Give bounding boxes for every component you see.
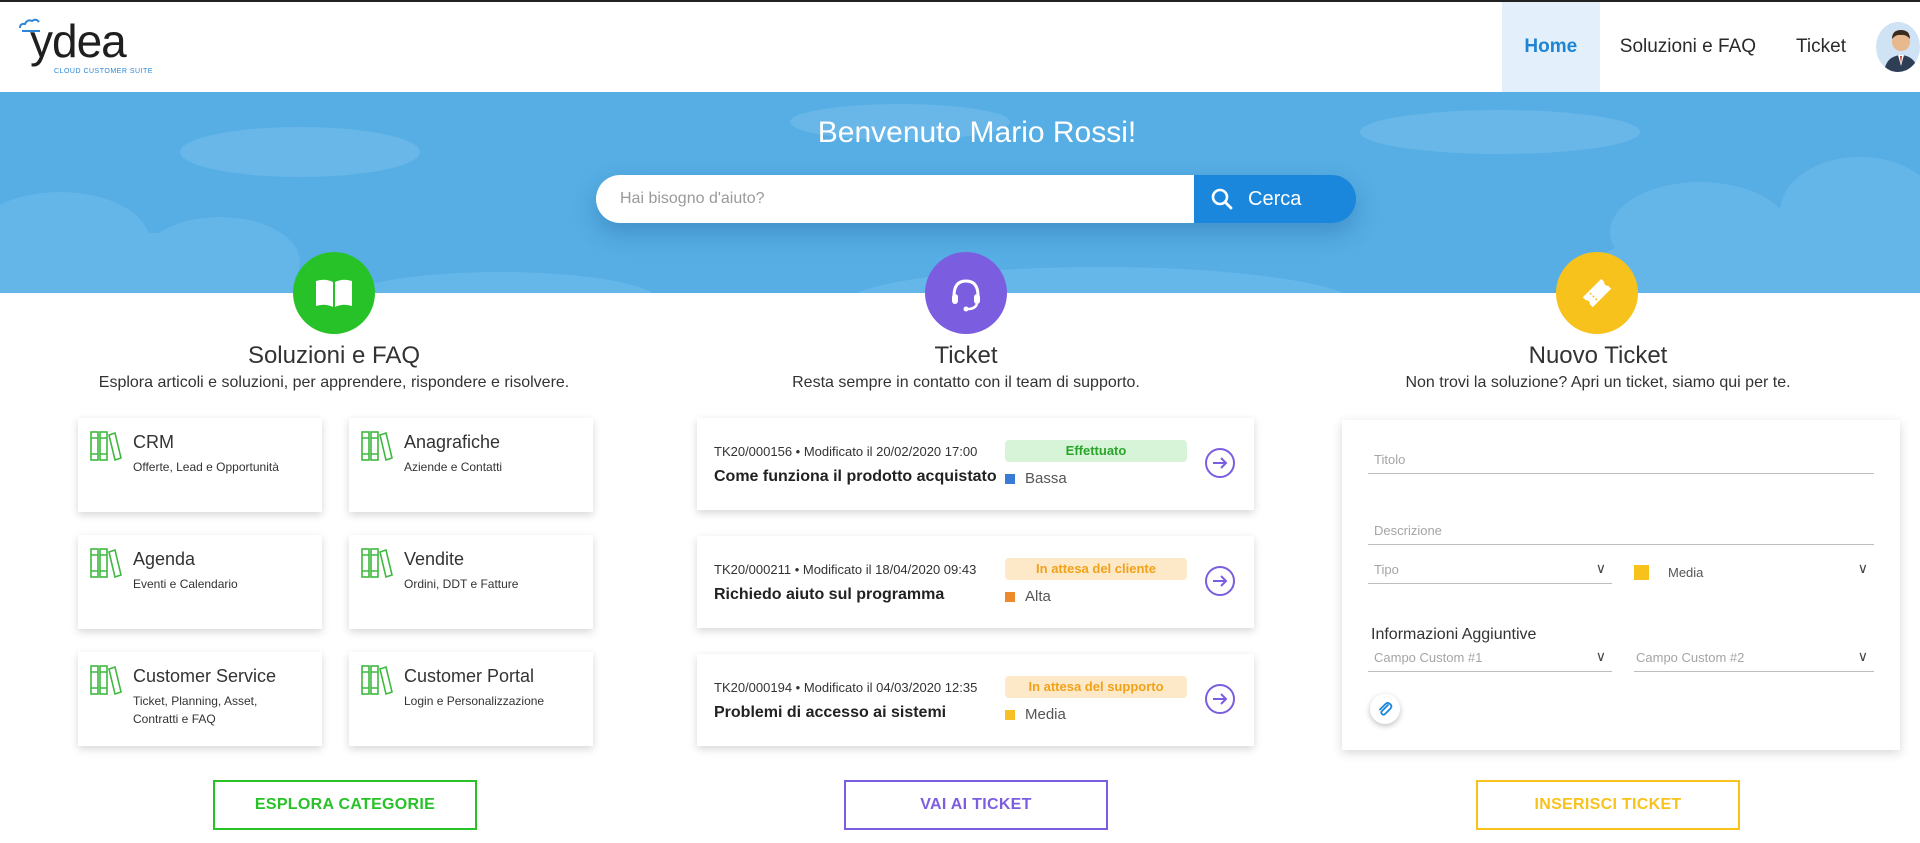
status-badge: In attesa del cliente: [1005, 558, 1187, 580]
priority-select[interactable]: Media ∨: [1634, 560, 1874, 584]
category-crm[interactable]: CRM Offerte, Lead e Opportunità: [78, 418, 322, 512]
avatar-image: [1876, 22, 1920, 72]
custom-field-1[interactable]: Campo Custom #1 ∨: [1368, 648, 1612, 672]
category-vendite[interactable]: Vendite Ordini, DDT e Fatture: [349, 535, 593, 629]
category-subtitle: Login e Personalizzazione: [404, 694, 545, 708]
chevron-down-icon: ∨: [1595, 648, 1606, 664]
custom-field-2[interactable]: Campo Custom #2 ∨: [1634, 648, 1874, 672]
books-icon: [361, 548, 393, 579]
main-nav: Home Soluzioni e FAQ Ticket: [1501, 2, 1920, 92]
logo-wordmark: ydea: [30, 15, 127, 67]
category-title: Customer Portal: [404, 666, 535, 686]
additional-info-label: Informazioni Aggiuntive: [1371, 626, 1537, 643]
new-ticket-subtitle: Non trovi la soluzione? Apri un ticket, …: [1405, 374, 1791, 391]
priority-select-value: Media: [1668, 565, 1704, 580]
category-title: CRM: [133, 432, 174, 452]
priority-label: Bassa: [1025, 470, 1067, 487]
search-input[interactable]: [596, 175, 1194, 223]
solutions-subtitle: Esplora articoli e soluzioni, per appren…: [98, 374, 570, 391]
search-icon: [1211, 188, 1233, 210]
open-ticket-arrow-icon[interactable]: [1205, 684, 1235, 714]
books-icon: [90, 548, 122, 579]
custom-field-2-label: Campo Custom #2: [1636, 650, 1745, 665]
paperclip-icon: [1379, 702, 1393, 716]
attachment-button[interactable]: [1370, 694, 1400, 724]
status-badge: In attesa del supporto: [1005, 676, 1187, 698]
headset-icon: [925, 252, 1007, 334]
type-select[interactable]: Tipo ∨: [1368, 560, 1612, 584]
tickets-title: Ticket: [934, 342, 998, 369]
new-ticket-title: Nuovo Ticket: [1528, 342, 1668, 369]
category-title: Vendite: [404, 549, 465, 569]
category-subtitle: Ticket, Planning, Asset, Contratti e FAQ: [133, 694, 258, 726]
insert-ticket-button[interactable]: INSERISCI TICKET: [1476, 780, 1740, 830]
ticket-card[interactable]: TK20/000211 • Modificato il 18/04/2020 0…: [697, 536, 1254, 628]
top-header: ydea CLOUD CUSTOMER SUITE Home Soluzioni…: [0, 2, 1920, 92]
category-customer-portal[interactable]: Customer Portal Login e Personalizzazion…: [349, 652, 593, 746]
open-ticket-arrow-icon[interactable]: [1205, 566, 1235, 596]
ydea-logo[interactable]: ydea CLOUD CUSTOMER SUITE: [18, 14, 168, 84]
nav-ticket[interactable]: Ticket: [1776, 2, 1866, 92]
category-subtitle: Offerte, Lead e Opportunità: [133, 460, 279, 474]
priority-label: Alta: [1025, 588, 1051, 605]
status-badge: Effettuato: [1005, 440, 1187, 462]
nav-solutions-faq[interactable]: Soluzioni e FAQ: [1600, 2, 1776, 92]
chevron-down-icon: ∨: [1857, 648, 1868, 664]
explore-categories-button[interactable]: ESPLORA CATEGORIE: [213, 780, 477, 830]
category-subtitle: Aziende e Contatti: [404, 460, 503, 474]
books-icon: [90, 431, 122, 462]
ticket-subject: Richiedo aiuto sul programma: [714, 586, 945, 603]
solutions-title: Soluzioni e FAQ: [247, 342, 421, 369]
priority-swatch: [1005, 709, 1015, 720]
book-icon: [293, 252, 375, 334]
ticket-subject: Come funziona il prodotto acquistato: [714, 468, 997, 485]
chevron-down-icon: ∨: [1595, 560, 1606, 576]
category-title: Customer Service: [133, 666, 277, 686]
go-to-tickets-button[interactable]: VAI AI TICKET: [844, 780, 1108, 830]
books-icon: [90, 665, 122, 696]
welcome-title: Benvenuto Mario Rossi!: [817, 116, 1137, 149]
open-ticket-arrow-icon[interactable]: [1205, 448, 1235, 478]
priority-swatch: [1005, 591, 1015, 602]
books-icon: [361, 665, 393, 696]
category-subtitle: Ordini, DDT e Fatture: [404, 577, 519, 591]
user-avatar[interactable]: [1866, 2, 1920, 92]
search-button[interactable]: Cerca: [1194, 175, 1356, 223]
search-button-label: Cerca: [1248, 187, 1302, 210]
category-title: Anagrafiche: [404, 432, 501, 452]
new-ticket-form: Titolo Descrizione Tipo ∨ Media ∨ Inform…: [1342, 420, 1900, 750]
priority-color-swatch: [1634, 565, 1649, 580]
ticket-subject: Problemi di accesso ai sistemi: [714, 704, 947, 721]
type-select-label: Tipo: [1374, 562, 1399, 577]
search-bar: Cerca: [596, 175, 1356, 223]
ticket-priority: Media: [1005, 706, 1066, 723]
custom-field-1-label: Campo Custom #1: [1374, 650, 1483, 665]
ticket-icon: [1556, 252, 1638, 334]
description-field[interactable]: Descrizione: [1368, 523, 1874, 545]
ticket-meta: TK20/000194 • Modificato il 04/03/2020 1…: [714, 680, 978, 695]
books-icon: [361, 431, 393, 462]
category-subtitle: Eventi e Calendario: [133, 577, 238, 591]
title-field[interactable]: Titolo: [1368, 452, 1874, 474]
ticket-card[interactable]: TK20/000156 • Modificato il 20/02/2020 1…: [697, 418, 1254, 510]
ticket-priority: Bassa: [1005, 470, 1067, 487]
priority-label: Media: [1025, 706, 1066, 723]
ticket-meta: TK20/000156 • Modificato il 20/02/2020 1…: [714, 444, 978, 459]
tickets-subtitle: Resta sempre in contatto con il team di …: [792, 374, 1140, 391]
category-agenda[interactable]: Agenda Eventi e Calendario: [78, 535, 322, 629]
priority-swatch: [1005, 473, 1015, 484]
ticket-card[interactable]: TK20/000194 • Modificato il 04/03/2020 1…: [697, 654, 1254, 746]
nav-home[interactable]: Home: [1501, 2, 1600, 92]
category-customer-service[interactable]: Customer Service Ticket, Planning, Asset…: [78, 652, 322, 746]
chevron-down-icon: ∨: [1857, 560, 1868, 576]
logo-tagline: CLOUD CUSTOMER SUITE: [54, 68, 153, 75]
ticket-meta: TK20/000211 • Modificato il 18/04/2020 0…: [714, 562, 977, 577]
category-title: Agenda: [133, 549, 196, 569]
ticket-priority: Alta: [1005, 588, 1051, 605]
category-anagrafiche[interactable]: Anagrafiche Aziende e Contatti: [349, 418, 593, 512]
